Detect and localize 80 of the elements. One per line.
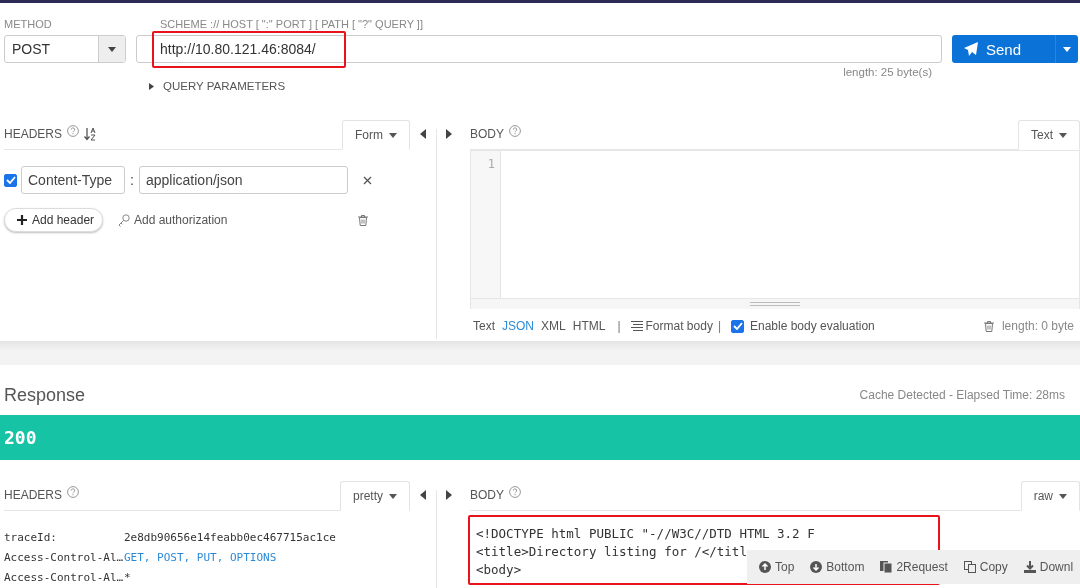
- header-name-field[interactable]: Content-Type: [21, 166, 125, 194]
- evaluation-checkbox[interactable]: [731, 319, 744, 333]
- collapse-left-icon[interactable]: [420, 490, 427, 500]
- code-line: <!DOCTYPE html PUBLIC "-//W3C//DTD HTML 3.2 F: [476, 525, 815, 543]
- elapsed-time-text: Cache Detected - Elapsed Time: 28ms: [859, 388, 1065, 402]
- paper-plane-icon: [964, 42, 978, 56]
- caret-icon: [389, 493, 397, 499]
- add-header-button[interactable]: Add header: [4, 208, 103, 232]
- collapse-right-icon[interactable]: [445, 129, 452, 139]
- length-text: length: 0 byte: [1001, 319, 1074, 333]
- caret-icon: [108, 46, 116, 52]
- section-title: HEADERS: [4, 488, 62, 502]
- code-line: <body>: [476, 561, 522, 579]
- format-link[interactable]: XML: [541, 319, 566, 333]
- format-link[interactable]: JSON: [502, 319, 535, 333]
- close-icon[interactable]: [363, 175, 372, 185]
- caret-icon: [389, 132, 397, 138]
- header-value: 2e8db90656e14feabb0ec467715ac1ce: [124, 530, 336, 544]
- divider-text: |: [717, 319, 721, 333]
- check-icon: [5, 176, 16, 184]
- header-checkbox[interactable]: [4, 173, 17, 187]
- text-mode-tab[interactable]: Text: [1018, 120, 1080, 150]
- header-value: GET, POST, PUT, OPTIONS: [124, 550, 277, 564]
- help-icon: [67, 125, 79, 137]
- header-name: traceId:: [4, 530, 58, 544]
- toolbar-button[interactable]: 2Request: [876, 560, 956, 574]
- query-parameters-toggle[interactable]: QUERY PARAMETERS: [148, 80, 286, 92]
- status-code: 200: [4, 427, 37, 448]
- raw-mode-tab[interactable]: raw: [1020, 481, 1080, 511]
- field-label: SCHEME :// HOST [ ":" PORT ] [ PATH [ "?" QUERY ]]: [159, 17, 424, 32]
- caret-icon: [1059, 132, 1067, 138]
- caret-icon: [148, 82, 155, 90]
- header-name: Access-Control-Al…: [4, 550, 124, 564]
- key-icon: [118, 213, 130, 227]
- arrow-down-icon: [810, 561, 823, 573]
- trash-icon[interactable]: [358, 214, 369, 226]
- divider-text: |: [617, 319, 621, 333]
- collapse-left-icon[interactable]: [420, 129, 427, 139]
- section-title: BODY: [470, 488, 504, 502]
- length-text: length: 25 byte(s): [842, 65, 933, 78]
- download-icon: [1023, 561, 1036, 573]
- align-icon: [630, 321, 643, 331]
- format-body-button[interactable]: Format body: [630, 319, 713, 333]
- separator-text: :: [129, 172, 135, 188]
- format-link[interactable]: HTML: [572, 319, 606, 333]
- section-title: BODY: [470, 127, 504, 141]
- arrow-up-icon: [759, 561, 771, 573]
- help-icon: [67, 486, 79, 498]
- field-label: METHOD: [4, 17, 53, 32]
- resize-handle-icon[interactable]: [750, 302, 800, 306]
- check-icon: [732, 322, 743, 330]
- help-icon: [509, 486, 521, 498]
- toolbar-button[interactable]: Copy: [959, 560, 1016, 574]
- method-select[interactable]: POST: [4, 35, 126, 63]
- trash-icon[interactable]: [983, 320, 994, 332]
- header-value: *: [124, 570, 131, 584]
- add-authorization-button[interactable]: Add authorization: [118, 213, 228, 227]
- dropdown-button[interactable]: [1055, 35, 1078, 63]
- line-number: 1: [486, 156, 496, 171]
- caret-icon: [1063, 46, 1071, 52]
- sort-icon: [84, 127, 96, 141]
- send-button[interactable]: Send: [952, 35, 1055, 63]
- toolbar-button[interactable]: Downl: [1019, 560, 1080, 574]
- form-mode-tab[interactable]: Form: [342, 120, 410, 150]
- format-link[interactable]: Text: [473, 319, 495, 333]
- document-icon: [880, 561, 893, 573]
- toolbar-button[interactable]: Top: [755, 560, 803, 574]
- collapse-right-icon[interactable]: [445, 490, 452, 500]
- checkbox-label: Enable body evaluation: [750, 319, 875, 333]
- header-name: Access-Control-Al…: [4, 570, 124, 584]
- header-value-field[interactable]: application/json: [139, 166, 348, 194]
- help-icon: [509, 125, 521, 137]
- copy-icon: [963, 561, 976, 573]
- section-heading: Response: [4, 384, 86, 406]
- code-line: <title>Directory listing for /</titl: [476, 543, 747, 561]
- section-title: HEADERS: [4, 127, 62, 141]
- pretty-mode-tab[interactable]: pretty: [340, 481, 410, 511]
- plus-icon: [17, 215, 27, 225]
- caret-icon: [1059, 493, 1067, 499]
- toolbar-button[interactable]: Bottom: [806, 560, 873, 574]
